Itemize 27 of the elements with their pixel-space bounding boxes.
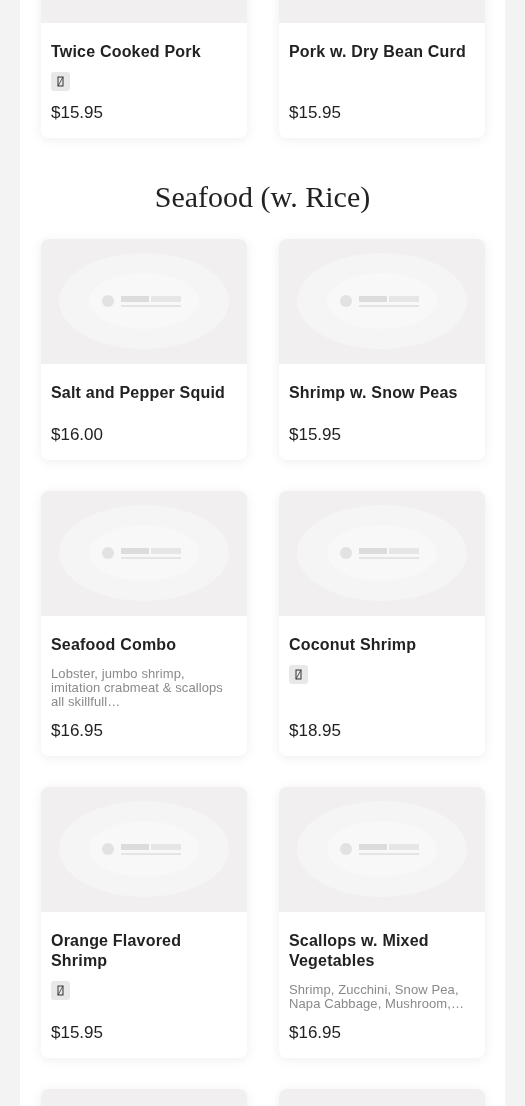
dish-name: Shrimp w. Snow Peas (289, 383, 459, 403)
dish-price: $15.95 (51, 1022, 104, 1043)
dish-card[interactable]: Seafood Combo Lobster, jumbo shrimp, imitation crabmeat & scallops all skillfull… $16.95 (41, 491, 247, 756)
dish-price: $15.95 (51, 102, 104, 123)
dish-price: $15.95 (289, 424, 342, 445)
dish-name: Scallops w. Mixed Vegetables (289, 931, 430, 971)
dish-card[interactable]: Salt and Pepper Squid $16.00 (41, 239, 247, 460)
dish-name: Coconut Shrimp (289, 635, 418, 655)
section-heading: Seafood (w. Rice) (153, 179, 372, 215)
dish-card[interactable]: Shrimp w. Snow Peas $15.95 (279, 239, 485, 460)
dish-price: $16.95 (51, 720, 104, 741)
dish-name: Orange Flavored Shrimp (51, 931, 183, 971)
dish-price: $18.95 (289, 720, 342, 741)
dish-description: Shrimp, Zucchini, Snow Pea, Napa Cabbage, Mushroom,… (289, 983, 466, 1011)
dish-name: Seafood Combo (51, 635, 178, 655)
dish-price: $16.00 (51, 424, 104, 445)
dish-card[interactable]: Pork w. Dry Bean Curd $15.95 (279, 0, 485, 138)
dish-card[interactable]: Orange Flavored Shrimp $15.95 (41, 787, 247, 1058)
dish-description: Lobster, jumbo shrimp, imitation crabmeat & scallops all skillfull… (51, 667, 224, 709)
dish-card[interactable]: Scallops w. Mixed Vegetables Shrimp, Zucchini, Snow Pea, Napa Cabbage, Mushroom,… $16.95 (279, 787, 485, 1058)
dish-price: $15.95 (289, 102, 342, 123)
dish-name: Salt and Pepper Squid (51, 383, 226, 403)
dish-card[interactable]: Coconut Shrimp $18.95 (279, 491, 485, 756)
dish-name: Twice Cooked Pork (51, 42, 202, 62)
dish-price: $16.95 (289, 1022, 342, 1043)
dish-name: Pork w. Dry Bean Curd (289, 42, 467, 62)
dish-card[interactable]: Twice Cooked Pork $15.95 (41, 0, 247, 138)
